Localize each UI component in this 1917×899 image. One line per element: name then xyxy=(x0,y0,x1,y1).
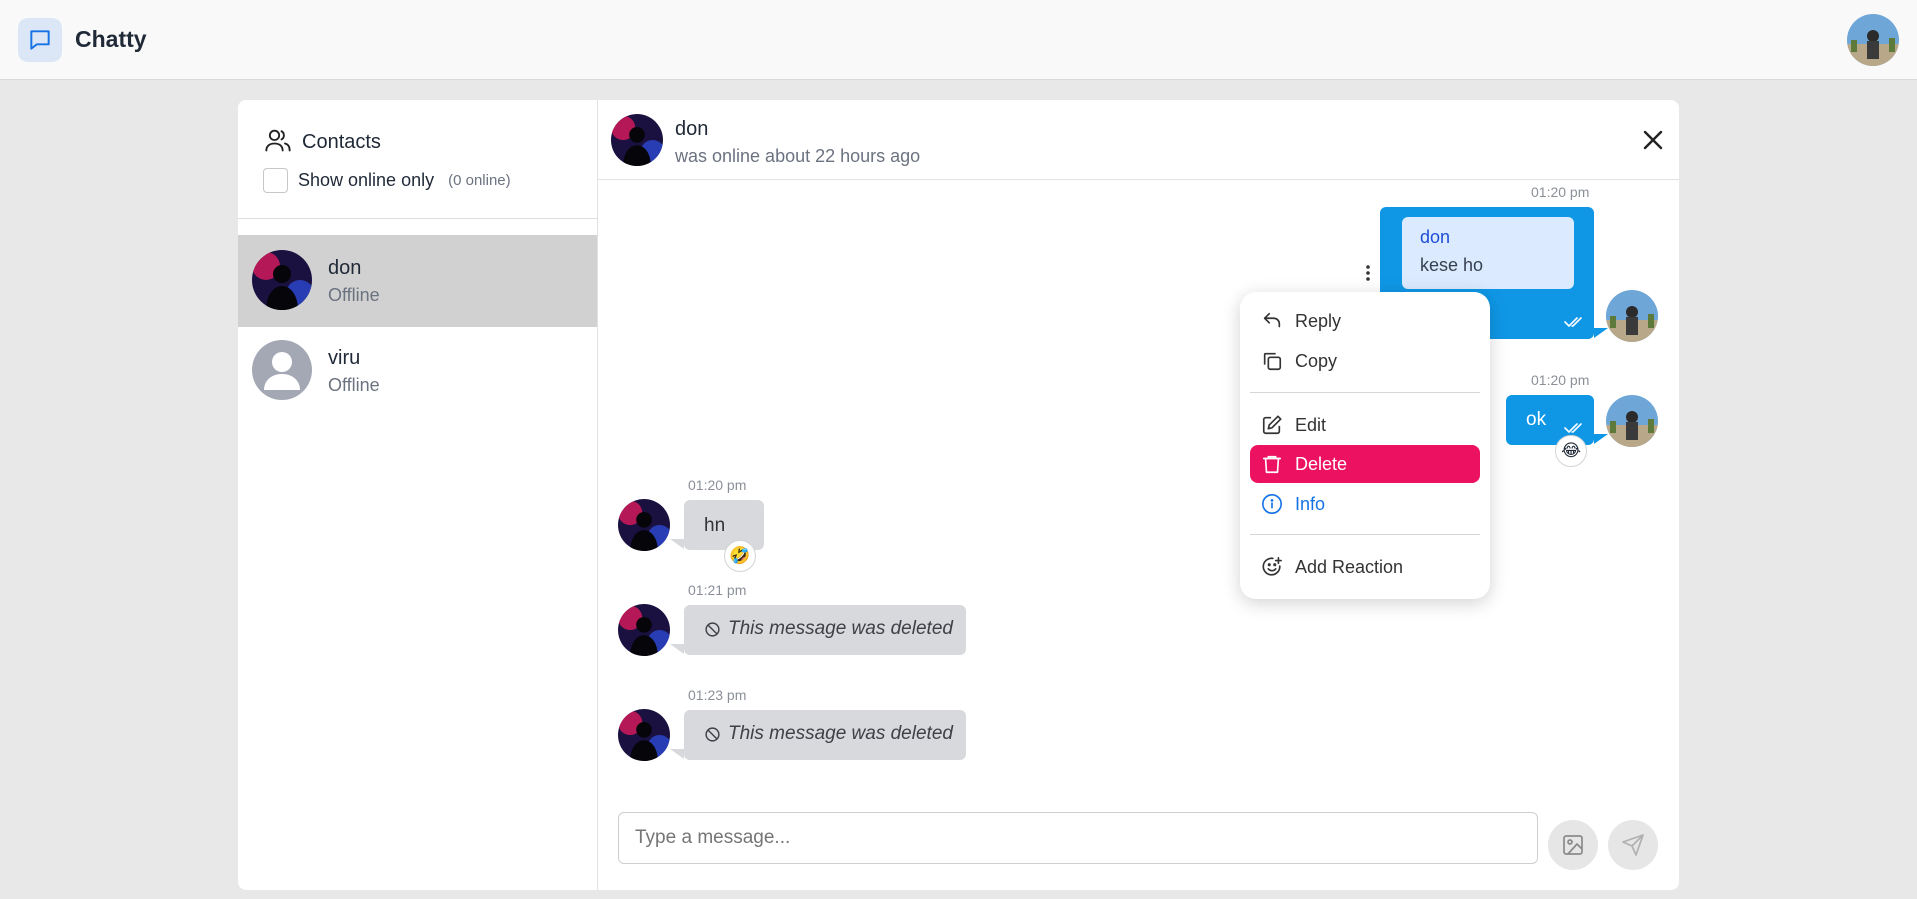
message-time: 01:21 pm xyxy=(688,582,747,598)
info-icon xyxy=(1262,494,1282,514)
message-text: This message was deleted xyxy=(728,723,953,744)
close-chat-button[interactable] xyxy=(1637,124,1669,156)
message-bubble-incoming[interactable]: hn xyxy=(684,500,764,550)
reaction-badge[interactable]: 😂 xyxy=(1555,435,1587,467)
menu-label: Delete xyxy=(1295,453,1348,474)
message-bubble-deleted[interactable]: This message was deleted xyxy=(684,710,966,760)
menu-label: Copy xyxy=(1295,350,1338,371)
divider xyxy=(238,218,598,219)
menu-divider xyxy=(1250,392,1480,393)
online-only-label[interactable]: Show online only xyxy=(298,170,434,191)
contact-item-don[interactable]: don Offline xyxy=(238,235,597,327)
profile-avatar[interactable] xyxy=(1847,14,1899,66)
menu-label: Info xyxy=(1295,493,1326,514)
default-avatar-icon xyxy=(252,340,312,400)
bubble-tail xyxy=(670,749,684,759)
avatar xyxy=(1606,290,1658,342)
last-seen-text: was online about 22 hours ago xyxy=(675,146,921,166)
avatar xyxy=(1606,395,1658,447)
contact-status: Offline xyxy=(328,375,380,395)
chat-logo-icon[interactable] xyxy=(18,18,62,62)
online-count: (0 online) xyxy=(448,172,511,189)
menu-item-add-reaction[interactable]: Add Reaction xyxy=(1250,548,1480,586)
deleted-message: This message was deleted xyxy=(704,618,953,640)
menu-label: Add Reaction xyxy=(1295,556,1404,577)
avatar xyxy=(252,250,312,310)
quoted-text: kese ho xyxy=(1420,255,1484,275)
reply-quote[interactable]: don kese ho xyxy=(1402,217,1574,289)
read-ticks-icon xyxy=(1564,315,1584,333)
reply-icon xyxy=(1263,312,1281,328)
attach-image-button[interactable] xyxy=(1548,820,1598,870)
avatar xyxy=(618,709,670,761)
contact-name: viru xyxy=(328,347,361,369)
message-bubble-deleted[interactable]: This message was deleted xyxy=(684,605,966,655)
online-only-checkbox[interactable] xyxy=(263,168,288,193)
message-text: ok xyxy=(1526,409,1547,430)
ban-icon xyxy=(705,726,720,742)
send-button[interactable] xyxy=(1608,820,1658,870)
message-time: 01:23 pm xyxy=(688,687,747,703)
contact-item-viru[interactable]: viru Offline xyxy=(238,325,597,417)
ban-icon xyxy=(705,621,720,637)
avatar xyxy=(618,499,670,551)
top-navbar: Chatty xyxy=(0,0,1917,80)
avatar xyxy=(611,114,663,166)
close-icon xyxy=(1643,130,1663,150)
menu-label: Reply xyxy=(1295,310,1342,331)
message-time: 01:20 pm xyxy=(1531,184,1590,200)
smiley-plus-icon xyxy=(1262,557,1282,576)
contacts-sidebar: Contacts Show online only (0 online) don… xyxy=(238,100,598,890)
image-icon xyxy=(1563,835,1583,855)
menu-item-delete[interactable]: Delete xyxy=(1250,445,1480,483)
menu-item-reply[interactable]: Reply xyxy=(1250,302,1480,340)
message-text: hn xyxy=(704,515,726,536)
menu-label: Edit xyxy=(1295,414,1327,435)
send-icon xyxy=(1622,834,1644,856)
bubble-tail xyxy=(670,644,684,654)
contact-status: Offline xyxy=(328,285,380,305)
quoted-sender: don xyxy=(1420,227,1451,247)
users-icon xyxy=(264,126,292,159)
bubble-tail xyxy=(670,539,684,549)
trash-icon xyxy=(1262,455,1282,474)
menu-item-copy[interactable]: Copy xyxy=(1250,342,1480,380)
menu-item-edit[interactable]: Edit xyxy=(1250,406,1480,444)
message-context-menu: Reply Copy Edit Delete Info Add Reaction xyxy=(1240,292,1490,599)
contacts-title: Contacts xyxy=(302,131,381,153)
edit-icon xyxy=(1262,415,1282,435)
avatar xyxy=(618,604,670,656)
message-input[interactable] xyxy=(618,812,1538,864)
copy-icon xyxy=(1263,352,1282,371)
message-text: This message was deleted xyxy=(728,618,953,639)
contact-name: don xyxy=(328,257,362,279)
chat-header: don was online about 22 hours ago xyxy=(598,100,1679,180)
bubble-tail xyxy=(1594,434,1608,444)
menu-item-info[interactable]: Info xyxy=(1250,485,1480,523)
deleted-message: This message was deleted xyxy=(704,723,953,745)
message-time: 01:20 pm xyxy=(1531,372,1590,388)
bubble-tail xyxy=(1594,328,1608,338)
chat-contact-name: don xyxy=(675,118,709,140)
app-title[interactable]: Chatty xyxy=(75,26,147,53)
message-time: 01:20 pm xyxy=(688,477,747,493)
reaction-badge[interactable]: 🤣 xyxy=(724,540,756,572)
more-options-icon[interactable] xyxy=(1365,264,1371,287)
online-filter[interactable]: Show online only (0 online) xyxy=(263,168,511,193)
menu-divider xyxy=(1250,534,1480,535)
contacts-header: Contacts xyxy=(264,126,381,159)
chat-panel: don was online about 22 hours ago 01:20 … xyxy=(598,100,1679,890)
